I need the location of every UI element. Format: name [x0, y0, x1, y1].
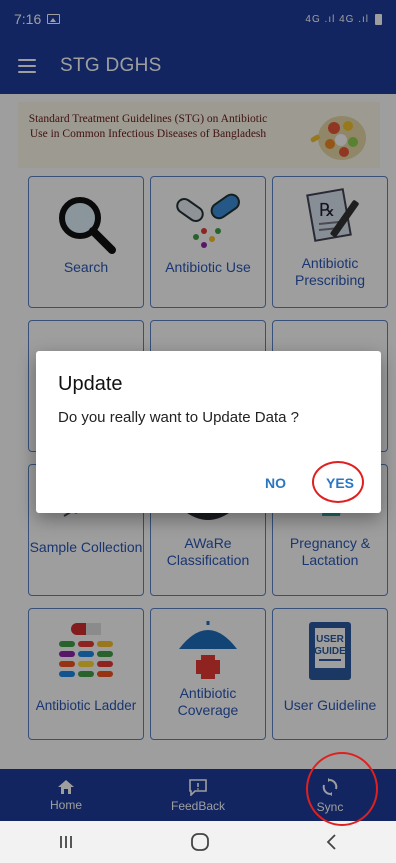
no-button[interactable]: NO: [265, 475, 286, 491]
back-icon[interactable]: [325, 833, 339, 851]
recent-apps-icon[interactable]: [57, 834, 75, 850]
dialog-title: Update: [58, 373, 123, 395]
yes-highlight-ring: [312, 461, 364, 503]
dialog-message: Do you really want to Update Data ?: [58, 409, 299, 426]
system-navigation-bar: [0, 821, 396, 863]
home-button-icon[interactable]: [190, 832, 210, 852]
sync-highlight-ring: [306, 752, 378, 826]
